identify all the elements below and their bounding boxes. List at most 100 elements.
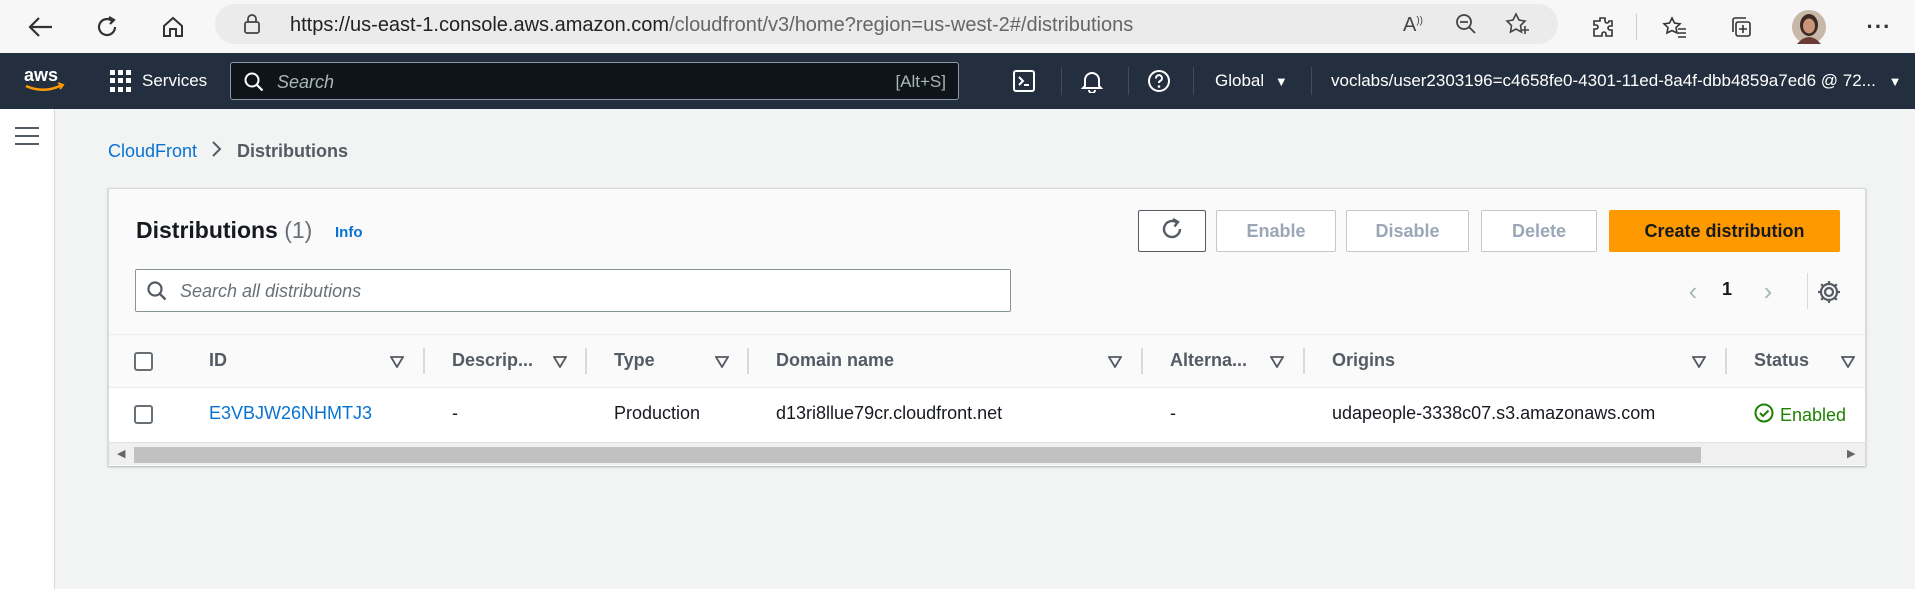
sort-icon[interactable]: [1269, 355, 1285, 369]
sort-icon[interactable]: [552, 355, 568, 369]
column-resizer[interactable]: [423, 348, 425, 374]
distribution-count: (1): [284, 217, 313, 243]
address-bar[interactable]: https://us-east-1.console.aws.amazon.com…: [215, 4, 1558, 44]
pagination-current-page[interactable]: 1: [1722, 279, 1732, 300]
side-navigation-rail: [0, 109, 55, 589]
distribution-search-input[interactable]: Search all distributions: [135, 269, 1011, 312]
url-path: /cloudfront/v3/home?region=us-west-2#/di…: [669, 14, 1134, 36]
sort-icon[interactable]: [1107, 355, 1123, 369]
sort-icon[interactable]: [1840, 355, 1856, 369]
pagination-next-icon[interactable]: ›: [1755, 278, 1781, 305]
success-check-icon: [1754, 403, 1774, 428]
account-menu[interactable]: voclabs/user2303196=c4658fe0-4301-11ed-8…: [1331, 71, 1901, 91]
column-header-domain-name[interactable]: Domain name: [776, 350, 894, 371]
aws-logo-text: aws: [24, 65, 58, 85]
cloudshell-icon[interactable]: [1010, 67, 1038, 95]
disable-button[interactable]: Disable: [1346, 210, 1469, 252]
table-row[interactable]: E3VBJW26NHMTJ3 - Production d13ri8llue79…: [109, 388, 1865, 442]
distribution-id-link[interactable]: E3VBJW26NHMTJ3: [209, 403, 372, 424]
aws-top-nav: aws Services Search [Alt+S] Global ▼ voc…: [0, 53, 1915, 109]
column-resizer[interactable]: [1725, 348, 1727, 374]
back-icon[interactable]: [22, 8, 60, 46]
table-header: ID Descrip... Type Domain name Alterna..…: [109, 335, 1865, 388]
caret-down-icon: ▼: [1888, 74, 1902, 89]
row-select-checkbox[interactable]: [134, 405, 153, 424]
pagination-prev-icon[interactable]: ‹: [1680, 278, 1706, 305]
status-badge: Enabled: [1754, 403, 1846, 428]
origins-cell: udapeople-3338c07.s3.amazonaws.com: [1332, 403, 1656, 423]
nav-divider: [1061, 67, 1062, 95]
console-search-input[interactable]: Search [Alt+S]: [230, 62, 959, 100]
search-placeholder: Search all distributions: [180, 281, 362, 301]
menu-hamburger-icon[interactable]: [15, 127, 39, 147]
apps-grid-icon: [110, 70, 132, 92]
status-text: Enabled: [1780, 405, 1847, 425]
services-label: Services: [142, 71, 208, 90]
column-resizer[interactable]: [585, 348, 587, 374]
horizontal-scrollbar[interactable]: ◀ ▶: [109, 442, 1865, 465]
search-placeholder: Search: [277, 72, 335, 92]
scrollbar-thumb[interactable]: [134, 447, 1701, 463]
refresh-button[interactable]: [1138, 210, 1206, 252]
column-header-origins[interactable]: Origins: [1332, 350, 1395, 371]
favorite-add-icon[interactable]: [1505, 12, 1531, 41]
region-label: Global: [1215, 71, 1265, 90]
sort-icon[interactable]: [714, 355, 730, 369]
sort-icon[interactable]: [389, 355, 405, 369]
toolbar-divider: [1636, 14, 1637, 40]
zoom-out-icon[interactable]: [1455, 13, 1477, 40]
column-resizer[interactable]: [747, 348, 749, 374]
account-label: voclabs/user2303196=c4658fe0-4301-11ed-8…: [1331, 71, 1876, 90]
scroll-right-arrow-icon[interactable]: ▶: [1847, 447, 1855, 460]
nav-divider: [1193, 67, 1194, 95]
aws-logo[interactable]: aws: [22, 64, 70, 96]
search-shortcut: [Alt+S]: [895, 72, 946, 91]
alternate-domain-cell: -: [1170, 403, 1176, 423]
breadcrumb-cloudfront-link[interactable]: CloudFront: [108, 141, 197, 162]
notifications-bell-icon[interactable]: [1078, 67, 1106, 95]
search-icon: [244, 72, 264, 97]
description-cell: -: [452, 403, 458, 423]
create-distribution-button[interactable]: Create distribution: [1609, 210, 1840, 252]
enable-button[interactable]: Enable: [1216, 210, 1336, 252]
nav-divider: [1311, 67, 1312, 95]
distributions-container: Distributions (1) Info Enable Disable De…: [108, 188, 1866, 466]
breadcrumb-current: Distributions: [237, 141, 349, 161]
column-header-id[interactable]: ID: [209, 350, 227, 371]
profile-avatar[interactable]: [1790, 8, 1828, 46]
caret-down-icon: ▼: [1274, 74, 1288, 89]
sort-icon[interactable]: [1691, 355, 1707, 369]
info-link[interactable]: Info: [335, 224, 363, 241]
browser-toolbar: https://us-east-1.console.aws.amazon.com…: [0, 0, 1915, 53]
type-cell: Production: [614, 403, 701, 423]
services-menu[interactable]: Services: [110, 67, 207, 95]
extensions-icon[interactable]: [1584, 8, 1622, 46]
home-icon[interactable]: [154, 8, 192, 46]
scroll-left-arrow-icon[interactable]: ◀: [117, 447, 125, 460]
table-preferences-gear-icon[interactable]: [1816, 279, 1842, 305]
column-header-description[interactable]: Descrip...: [452, 350, 533, 371]
region-selector[interactable]: Global ▼: [1215, 71, 1288, 91]
distributions-table: ID Descrip... Type Domain name Alterna..…: [109, 334, 1865, 466]
domain-name-cell: d13ri8llue79cr.cloudfront.net: [776, 403, 1003, 423]
select-all-checkbox[interactable]: [134, 352, 153, 371]
lock-icon[interactable]: [243, 14, 261, 39]
collections-icon[interactable]: [1722, 8, 1760, 46]
nav-divider: [1128, 67, 1129, 95]
breadcrumb: CloudFront Distributions: [108, 140, 348, 163]
delete-button[interactable]: Delete: [1481, 210, 1597, 252]
url-text: https://us-east-1.console.aws.amazon.com…: [290, 14, 1133, 37]
help-icon[interactable]: [1145, 67, 1173, 95]
refresh-icon[interactable]: [88, 8, 126, 46]
column-resizer[interactable]: [1141, 348, 1143, 374]
pagination-divider: [1807, 273, 1808, 309]
refresh-icon: [1160, 217, 1184, 246]
column-resizer[interactable]: [1303, 348, 1305, 374]
column-header-status[interactable]: Status: [1754, 350, 1809, 371]
favorites-icon[interactable]: [1656, 8, 1694, 46]
more-options-icon[interactable]: ···: [1860, 8, 1898, 46]
column-header-alternate-domain[interactable]: Alterna...: [1170, 350, 1247, 371]
column-header-type[interactable]: Type: [614, 350, 655, 371]
read-aloud-icon[interactable]: A)): [1403, 14, 1423, 37]
search-icon: [146, 280, 168, 307]
